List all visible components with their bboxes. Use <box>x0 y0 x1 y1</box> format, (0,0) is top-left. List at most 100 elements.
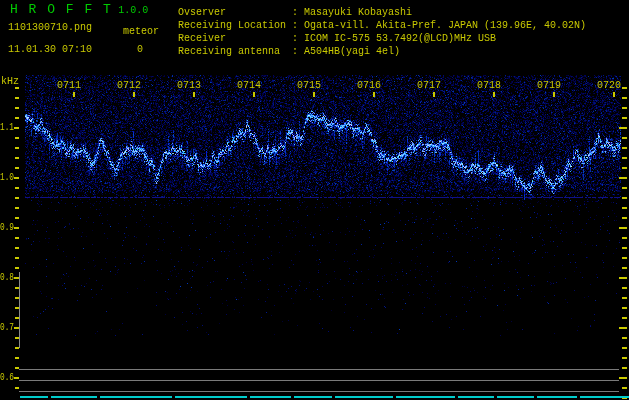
freq-minor-tick-right <box>622 297 627 299</box>
scale-bar <box>19 272 20 348</box>
info-label: Receiving antenna <box>178 46 292 58</box>
freq-minor-tick-right <box>622 317 627 319</box>
freq-minor-tick-left <box>15 157 19 159</box>
freq-label: 0.9 <box>0 222 14 234</box>
time-label: 0715 <box>297 80 321 92</box>
info-label: Receiving Location <box>178 20 292 32</box>
long-echo-marker <box>294 396 332 398</box>
freq-minor-tick-left <box>15 297 19 299</box>
time-tick <box>493 92 495 97</box>
freq-minor-tick-right <box>622 267 627 269</box>
time-label: 0714 <box>237 80 261 92</box>
long-echo-marker <box>335 396 393 398</box>
info-row-antenna: Receiving antenna: A504HB(yagi 4el) <box>178 46 586 59</box>
freq-minor-tick-left <box>15 207 19 209</box>
freq-minor-tick-left <box>15 167 19 169</box>
freq-minor-tick-right <box>622 207 627 209</box>
freq-major-tick-right <box>619 127 627 129</box>
meteor-count-value: 0 <box>137 44 143 56</box>
freq-minor-tick-right <box>622 137 627 139</box>
info-label: Receiver <box>178 33 292 45</box>
freq-minor-tick-left <box>15 187 19 189</box>
time-label: 0711 <box>57 80 81 92</box>
freq-minor-tick-left <box>15 287 19 289</box>
freq-minor-tick-left <box>15 217 19 219</box>
freq-minor-tick-left <box>15 307 19 309</box>
freq-minor-tick-left <box>15 137 19 139</box>
long-echo-marker <box>175 396 247 398</box>
info-row-observer: Ovserver: Masayuki Kobayashi <box>178 7 586 20</box>
freq-minor-tick-right <box>622 337 627 339</box>
freq-minor-tick-left <box>15 337 19 339</box>
freq-minor-tick-left <box>15 97 19 99</box>
time-tick <box>553 92 555 97</box>
app-title: H R O F F T1.0.0 <box>10 4 148 17</box>
freq-major-tick-right <box>619 177 627 179</box>
time-label: 0717 <box>417 80 441 92</box>
long-echo-marker <box>580 396 629 398</box>
freq-major-tick-right <box>619 377 627 379</box>
time-tick <box>73 92 75 97</box>
time-label: 0713 <box>177 80 201 92</box>
freq-minor-tick-right <box>622 217 627 219</box>
long-echo-marker <box>396 396 455 398</box>
freq-minor-tick-right <box>622 167 627 169</box>
time-label: 0718 <box>477 80 501 92</box>
info-row-receiver: Receiver: ICOM IC-575 53.7492(@LCD)MHz U… <box>178 33 586 46</box>
long-echo-marker <box>497 396 534 398</box>
freq-minor-tick-left <box>15 267 19 269</box>
time-label: 0712 <box>117 80 141 92</box>
freq-minor-tick-right <box>622 287 627 289</box>
observation-datetime: 11.01.30 07:10 <box>8 44 92 56</box>
info-value: Masayuki Kobayashi <box>304 7 412 18</box>
spectrogram-canvas <box>0 0 629 400</box>
freq-minor-tick-right <box>622 347 627 349</box>
freq-major-tick-left <box>14 277 19 279</box>
freq-major-tick-left <box>14 227 19 229</box>
freq-label: 1.1 <box>0 122 14 134</box>
freq-major-tick-left <box>14 177 19 179</box>
freq-minor-tick-left <box>15 87 19 89</box>
info-row-location: Receiving Location: Ogata-vill. Akita-Pr… <box>178 20 586 33</box>
freq-minor-tick-right <box>622 187 627 189</box>
time-tick <box>253 92 255 97</box>
freq-minor-tick-right <box>622 117 627 119</box>
freq-label: 0.8 <box>0 272 14 284</box>
long-echo-marker <box>100 396 172 398</box>
app-version: 1.0.0 <box>118 5 148 16</box>
freq-minor-tick-right <box>622 237 627 239</box>
freq-minor-tick-left <box>15 237 19 239</box>
time-tick <box>373 92 375 97</box>
freq-minor-tick-right <box>622 197 627 199</box>
time-tick <box>193 92 195 97</box>
meteor-count-label: meteor <box>123 26 159 38</box>
baseline <box>19 369 619 370</box>
long-echo-marker <box>537 396 577 398</box>
long-echo-marker <box>51 396 97 398</box>
freq-minor-tick-left <box>15 257 19 259</box>
time-tick <box>313 92 315 97</box>
freq-minor-tick-right <box>622 147 627 149</box>
freq-major-tick-left <box>14 377 19 379</box>
freq-minor-tick-left <box>15 357 19 359</box>
freq-minor-tick-right <box>622 87 627 89</box>
long-echo-marker <box>20 396 48 398</box>
freq-minor-tick-left <box>15 107 19 109</box>
hrofft-screen: { "header": { "app_title": "H R O F F T"… <box>0 0 629 400</box>
freq-minor-tick-left <box>15 147 19 149</box>
freq-major-tick-left <box>14 327 19 329</box>
freq-label: 0.6 <box>0 372 14 384</box>
time-label: 0716 <box>357 80 381 92</box>
time-label: 0719 <box>537 80 561 92</box>
info-value: Ogata-vill. Akita-Pref. JAPAN (139.96E, … <box>304 20 586 31</box>
freq-minor-tick-left <box>15 387 19 389</box>
info-value: ICOM IC-575 53.7492(@LCD)MHz USB <box>304 33 496 44</box>
baseline <box>19 391 619 392</box>
freq-major-tick-right <box>619 277 627 279</box>
freq-minor-tick-left <box>15 197 19 199</box>
freq-minor-tick-right <box>622 107 627 109</box>
long-echo-marker <box>250 396 291 398</box>
info-label: Ovserver <box>178 7 292 19</box>
freq-minor-tick-right <box>622 157 627 159</box>
freq-minor-tick-right <box>622 307 627 309</box>
